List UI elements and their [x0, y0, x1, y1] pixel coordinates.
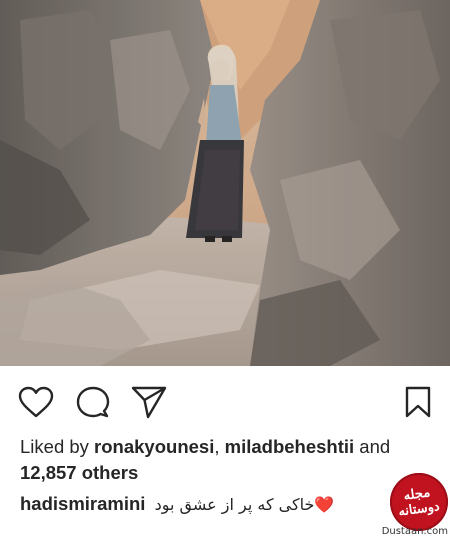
- post-photo[interactable]: [0, 0, 450, 366]
- heart-outline-icon: [18, 386, 54, 418]
- post-action-bar: [0, 366, 450, 432]
- liker-username-2[interactable]: miladbeheshtii: [225, 436, 355, 457]
- canyon-photo-illustration: [0, 0, 450, 366]
- like-button[interactable]: [18, 384, 54, 420]
- bookmark-icon: [405, 386, 431, 418]
- liker-username-1[interactable]: ronakyounesi: [94, 436, 214, 457]
- comment-button[interactable]: [75, 384, 111, 420]
- caption-text-body: خاکی که پر از عشق بود: [154, 495, 315, 514]
- watermark: مجله دوستانه Dustaan.com: [330, 473, 450, 539]
- view-comments-link-cropped[interactable]: [20, 528, 24, 539]
- likes-and: and: [354, 436, 391, 457]
- save-button[interactable]: [400, 384, 436, 420]
- likes-separator: ,: [214, 436, 225, 457]
- likes-prefix: Liked by: [20, 436, 95, 457]
- caption-text: ❤️خاکی که پر از عشق بود: [155, 495, 335, 514]
- paper-plane-icon: [131, 386, 167, 419]
- share-button[interactable]: [131, 384, 167, 420]
- caption-username[interactable]: hadismiramini: [20, 493, 145, 514]
- comment-bubble-icon: [76, 386, 110, 418]
- others-count[interactable]: 12,857 others: [20, 462, 138, 483]
- watermark-domain: Dustaan.com: [381, 526, 448, 537]
